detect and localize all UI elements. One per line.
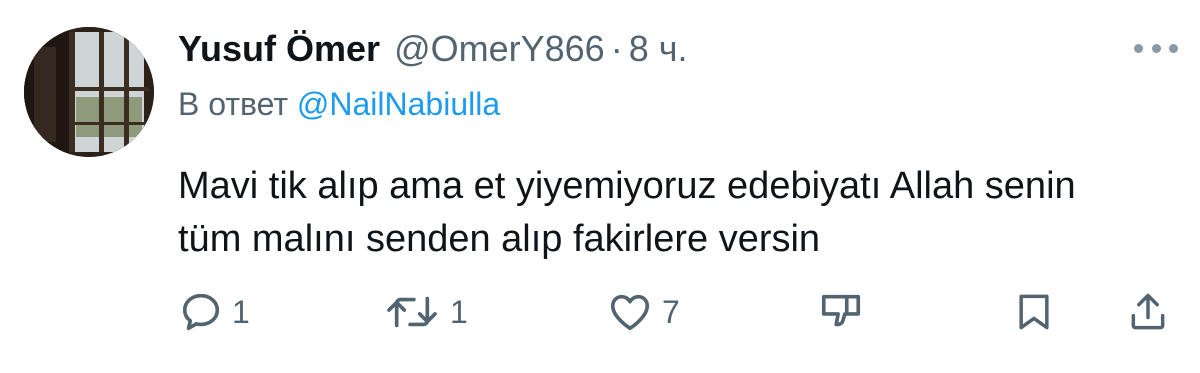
- thumbs-down-icon: [821, 294, 861, 327]
- more-horizontal-icon[interactable]: [1134, 38, 1178, 58]
- tweet-header: Yusuf Ömer @OmerY866 · 8 ч.: [178, 24, 687, 74]
- tweet-text: Mavi tik alıp ama et yiyemiyoruz edebiya…: [178, 165, 1076, 260]
- reply-context: В ответ @NailNabiulla: [178, 86, 500, 123]
- action-bar: 1 1 7: [0, 288, 1200, 336]
- like-count: 7: [662, 293, 680, 330]
- share-button[interactable]: [1126, 288, 1170, 336]
- reply-button[interactable]: 1: [178, 288, 250, 336]
- reply-bubble-icon: [182, 293, 220, 331]
- reply-prefix: В ответ: [178, 86, 289, 122]
- like-button[interactable]: 7: [606, 288, 680, 336]
- downvote-button[interactable]: [818, 288, 864, 336]
- separator-dot: ·: [610, 28, 623, 69]
- user-handle[interactable]: @OmerY866: [394, 28, 605, 70]
- reply-target-link[interactable]: @NailNabiulla: [297, 86, 500, 122]
- share-icon: [1131, 293, 1165, 330]
- bookmark-button[interactable]: [1012, 288, 1056, 336]
- display-name[interactable]: Yusuf Ömer: [178, 28, 380, 70]
- timestamp[interactable]: 8 ч.: [629, 28, 688, 70]
- avatar[interactable]: [24, 27, 154, 157]
- retweet-icon: [387, 296, 437, 328]
- bookmark-icon: [1019, 294, 1049, 330]
- retweet-count: 1: [450, 293, 468, 330]
- reply-count: 1: [232, 293, 250, 330]
- heart-icon: [610, 294, 650, 331]
- retweet-button[interactable]: 1: [382, 288, 468, 336]
